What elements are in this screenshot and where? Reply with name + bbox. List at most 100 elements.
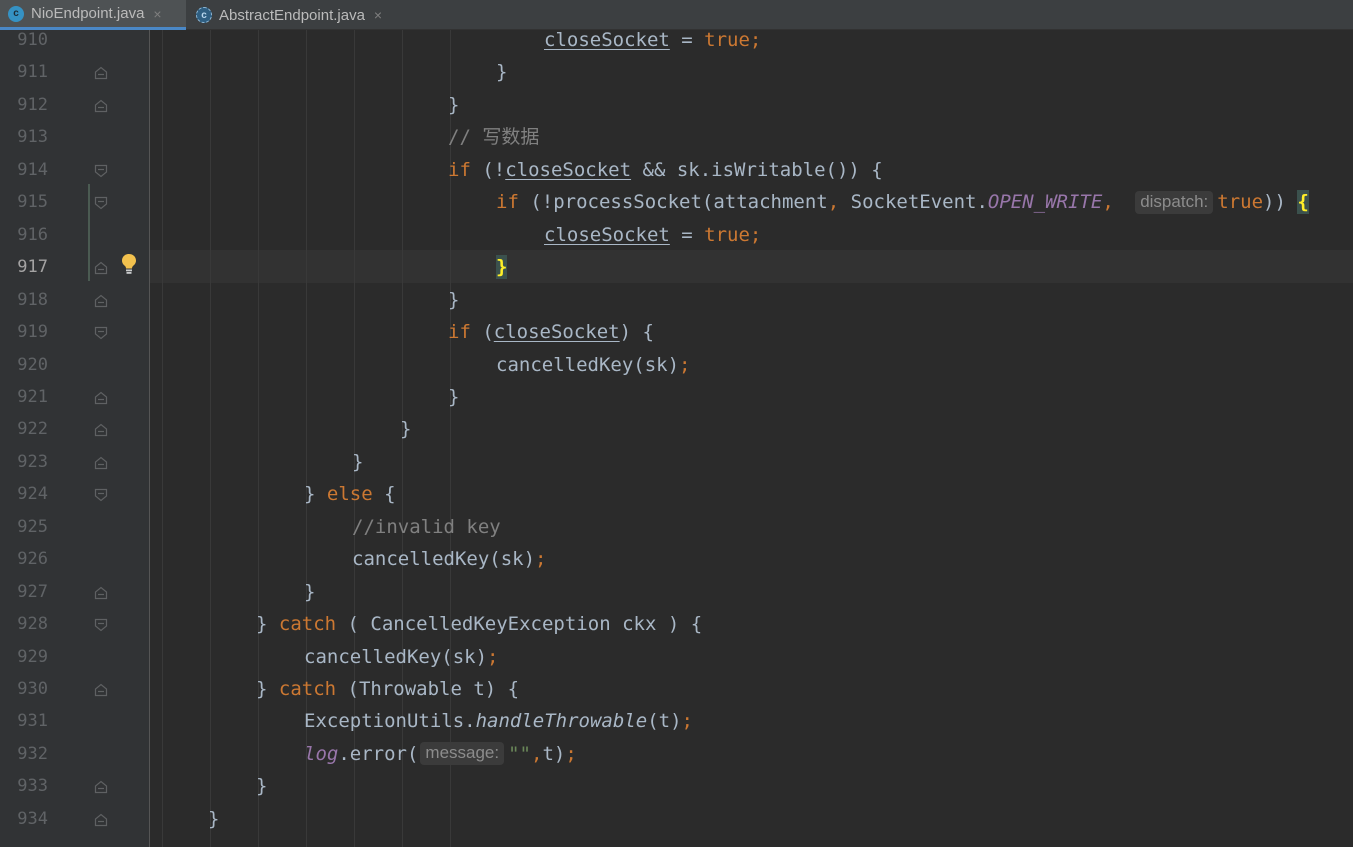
code-line[interactable]: } (496, 60, 507, 84)
code-line[interactable]: } catch (Throwable t) { (256, 677, 519, 701)
code-line[interactable]: } else { (304, 482, 396, 506)
line-number[interactable]: 911 (0, 62, 48, 82)
close-tab-icon[interactable]: × (374, 7, 382, 23)
line-number[interactable]: 919 (0, 322, 48, 342)
code-line[interactable]: } (208, 807, 219, 831)
fold-end-icon[interactable] (94, 779, 108, 794)
code-token: closeSocket (493, 321, 620, 344)
code-line[interactable]: ExceptionUtils. handleThrowable (t); (304, 709, 693, 733)
line-number[interactable]: 918 (0, 290, 48, 310)
code-line[interactable]: cancelledKey(sk); (304, 645, 498, 669)
code-token: "" (508, 742, 531, 765)
code-line[interactable]: // 写数据 (448, 125, 539, 149)
fold-end-icon[interactable] (94, 65, 108, 80)
fold-end-icon[interactable] (94, 455, 108, 469)
line-number[interactable]: 920 (0, 355, 48, 375)
line-number[interactable]: 912 (0, 95, 48, 115)
code-token: closeSocket (544, 223, 670, 246)
line-number[interactable]: 933 (0, 776, 48, 796)
code-token: .error( (338, 742, 419, 765)
code-editor[interactable]: closeSocket = true;}} // 写数据 if (! closeSoc… (150, 28, 1353, 847)
line-number[interactable]: 927 (0, 582, 48, 602)
line-number[interactable]: 915 (0, 192, 48, 212)
code-token: true (1217, 191, 1264, 214)
line-number[interactable]: 923 (0, 452, 48, 472)
code-token: ExceptionUtils. (304, 710, 476, 733)
code-line[interactable]: } (496, 255, 508, 280)
line-number[interactable]: 914 (0, 160, 48, 180)
line-number[interactable]: 928 (0, 614, 48, 634)
code-line[interactable]: if (closeSocket) { (448, 320, 654, 344)
line-number[interactable]: 930 (0, 679, 48, 699)
fold-end-icon[interactable] (94, 682, 108, 697)
fold-collapse-icon[interactable] (94, 163, 108, 178)
line-number[interactable]: 921 (0, 387, 48, 407)
code-line[interactable]: closeSocket = true; (544, 223, 761, 247)
matched-brace: } (496, 255, 508, 280)
tab-label: AbstractEndpoint.java (219, 6, 365, 24)
line-number[interactable]: 917 (0, 257, 48, 277)
fold-end-icon[interactable] (94, 260, 108, 275)
code-token: } (256, 678, 279, 700)
code-line[interactable]: //invalid key (352, 515, 501, 539)
code-token: , (1102, 191, 1126, 214)
code-token: catch (278, 613, 348, 636)
code-token: OPEN_WRITE (987, 191, 1103, 214)
code-token: true; (704, 223, 762, 246)
code-token: cancelledKey(sk) (352, 548, 536, 571)
line-number[interactable]: 913 (0, 127, 48, 147)
line-number[interactable]: 925 (0, 517, 48, 537)
code-line[interactable]: } (448, 385, 459, 409)
code-line[interactable]: cancelledKey(sk); (496, 353, 690, 377)
line-number[interactable]: 934 (0, 809, 48, 829)
line-number[interactable]: 922 (0, 419, 48, 439)
code-token: } (304, 483, 327, 506)
line-number[interactable]: 931 (0, 711, 48, 731)
code-token: true; (704, 29, 762, 51)
line-number[interactable]: 929 (0, 647, 48, 667)
line-number[interactable]: 924 (0, 484, 48, 504)
code-token: ) { (619, 321, 654, 344)
fold-collapse-icon[interactable] (94, 325, 108, 340)
code-line[interactable]: } (400, 417, 411, 441)
fold-end-icon[interactable] (94, 422, 108, 437)
fold-end-icon[interactable] (94, 98, 108, 112)
code-token: handleThrowable (475, 710, 648, 733)
fold-end-icon[interactable] (94, 390, 108, 405)
code-token: } (304, 580, 316, 603)
code-token: cancelledKey(sk) (496, 353, 680, 376)
code-token: ( (482, 321, 494, 344)
line-number[interactable]: 910 (0, 30, 48, 50)
line-number[interactable]: 926 (0, 549, 48, 569)
tab-nioendpoint[interactable]: c NioEndpoint.java × (0, 0, 186, 30)
fold-collapse-icon[interactable] (94, 195, 108, 210)
line-number[interactable]: 916 (0, 225, 48, 245)
fold-end-icon[interactable] (94, 585, 108, 599)
code-line[interactable]: if (! closeSocket && sk.isWritable()) { (448, 158, 883, 182)
fold-collapse-icon[interactable] (94, 617, 108, 632)
code-line[interactable]: } (448, 288, 459, 312)
close-tab-icon[interactable]: × (153, 6, 161, 22)
line-number[interactable]: 932 (0, 744, 48, 764)
vcs-change-marker[interactable] (88, 184, 90, 281)
code-token: closeSocket (544, 29, 670, 51)
code-line[interactable]: closeSocket = true; (544, 28, 761, 52)
code-token: ; (679, 353, 691, 376)
code-line[interactable]: } catch ( CancelledKeyException ckx ) { (256, 612, 702, 636)
code-token: ; (565, 742, 577, 765)
code-line[interactable]: cancelledKey(sk); (352, 547, 546, 571)
code-line[interactable]: if (!processSocket(attachment, SocketEve… (496, 190, 1309, 215)
code-line[interactable]: } (256, 774, 267, 798)
tab-abstractendpoint[interactable]: c AbstractEndpoint.java × (188, 0, 410, 30)
fold-collapse-icon[interactable] (94, 487, 108, 502)
code-token: //invalid key (352, 515, 501, 538)
code-line[interactable]: log .error(message: "", t); (304, 742, 577, 766)
code-token: (Throwable t) { (347, 678, 520, 700)
lightbulb-icon[interactable] (120, 253, 138, 275)
code-token: (t) (647, 710, 682, 733)
code-line[interactable]: } (352, 450, 363, 474)
fold-end-icon[interactable] (94, 812, 108, 826)
code-line[interactable]: } (304, 580, 315, 604)
fold-end-icon[interactable] (94, 293, 108, 307)
code-line[interactable]: } (448, 93, 459, 117)
